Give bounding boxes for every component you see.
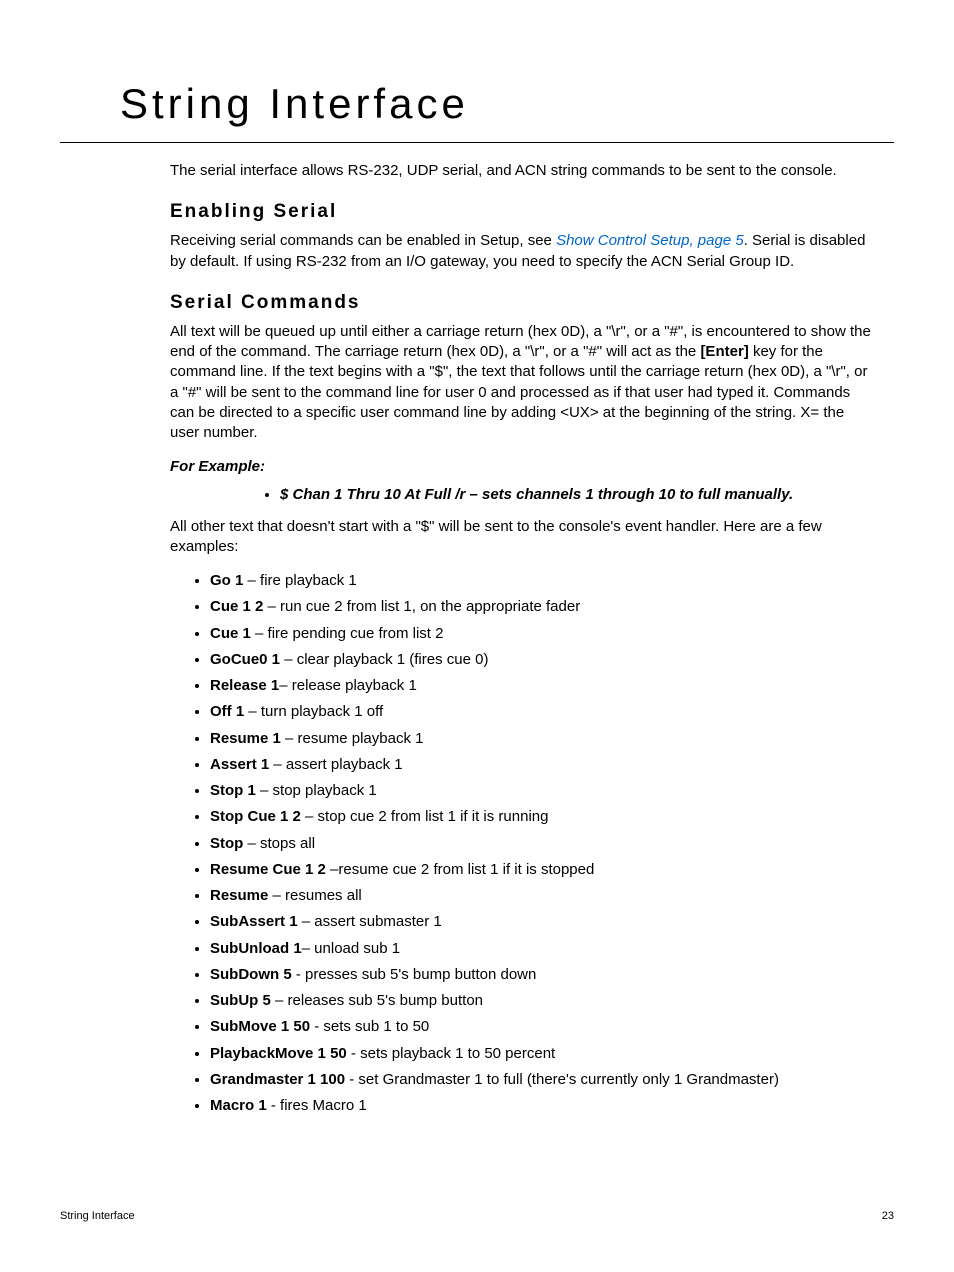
list-item: SubMove 1 50 - sets sub 1 to 50 [210,1017,874,1037]
section-heading-enabling: Enabling Serial [170,201,874,223]
command-name: SubMove 1 50 [210,1018,310,1035]
command-name: SubDown 5 [210,966,292,983]
example-list: $ Chan 1 Thru 10 At Full /r – sets chann… [260,486,874,503]
list-item: SubUp 5 – releases sub 5's bump button [210,991,874,1011]
example-item: $ Chan 1 Thru 10 At Full /r – sets chann… [280,486,874,503]
list-item: SubUnload 1– unload sub 1 [210,939,874,959]
command-desc: - sets sub 1 to 50 [310,1018,429,1035]
enter-key-label: [Enter] [700,343,748,360]
command-name: Release 1 [210,677,279,694]
command-desc: – stops all [243,835,315,852]
command-desc: – fire playback 1 [243,572,356,589]
command-desc: – resume playback 1 [281,730,424,747]
command-desc: - presses sub 5's bump button down [292,966,537,983]
command-desc: – turn playback 1 off [244,703,383,720]
command-desc: – release playback 1 [279,677,417,694]
command-desc: – releases sub 5's bump button [271,992,483,1009]
page-container: String Interface The serial interface al… [0,0,954,1272]
command-desc: - set Grandmaster 1 to full (there's cur… [345,1071,779,1088]
command-name: GoCue0 1 [210,651,280,668]
command-name: SubUp 5 [210,992,271,1009]
command-name: Grandmaster 1 100 [210,1071,345,1088]
list-item: Stop – stops all [210,834,874,854]
list-item: Go 1 – fire playback 1 [210,571,874,591]
command-name: Stop 1 [210,782,256,799]
command-name: Stop Cue 1 2 [210,808,301,825]
command-desc: – assert submaster 1 [298,913,442,930]
list-item: GoCue0 1 – clear playback 1 (fires cue 0… [210,650,874,670]
list-item: Resume 1 – resume playback 1 [210,729,874,749]
list-item: PlaybackMove 1 50 - sets playback 1 to 5… [210,1044,874,1064]
command-desc: – assert playback 1 [269,756,402,773]
list-item: Macro 1 - fires Macro 1 [210,1096,874,1116]
list-item: Stop Cue 1 2 – stop cue 2 from list 1 if… [210,807,874,827]
page-title: String Interface [120,80,894,134]
command-desc: –resume cue 2 from list 1 if it is stopp… [326,861,594,878]
page-footer: String Interface 23 [60,1210,894,1222]
command-name: SubAssert 1 [210,913,298,930]
footer-left: String Interface [60,1210,135,1222]
list-item: Grandmaster 1 100 - set Grandmaster 1 to… [210,1070,874,1090]
command-desc: – clear playback 1 (fires cue 0) [280,651,488,668]
command-name: PlaybackMove 1 50 [210,1045,347,1062]
command-name: Cue 1 [210,625,251,642]
command-desc: – stop cue 2 from list 1 if it is runnin… [301,808,549,825]
commands-paragraph-1: All text will be queued up until either … [170,322,874,444]
for-example-label: For Example: [170,457,874,477]
list-item: SubAssert 1 – assert submaster 1 [210,912,874,932]
command-name: Go 1 [210,572,243,589]
command-name: Assert 1 [210,756,269,773]
command-desc: – resumes all [268,887,361,904]
command-name: Resume 1 [210,730,281,747]
list-item: Stop 1 – stop playback 1 [210,781,874,801]
command-desc: - sets playback 1 to 50 percent [347,1045,555,1062]
command-name: Stop [210,835,243,852]
show-control-link[interactable]: Show Control Setup, page 5 [556,232,744,249]
command-list: Go 1 – fire playback 1 Cue 1 2 – run cue … [170,571,874,1116]
command-name: Resume [210,887,268,904]
list-item: Resume – resumes all [210,886,874,906]
enabling-paragraph: Receiving serial commands can be enabled… [170,231,874,272]
command-name: SubUnload 1 [210,940,302,957]
command-desc: – stop playback 1 [256,782,377,799]
command-desc: – unload sub 1 [302,940,400,957]
title-rule [60,142,894,143]
command-desc: - fires Macro 1 [267,1097,367,1114]
list-item: SubDown 5 - presses sub 5's bump button … [210,965,874,985]
command-name: Macro 1 [210,1097,267,1114]
command-desc: – run cue 2 from list 1, on the appropri… [263,598,580,615]
list-item: Cue 1 – fire pending cue from list 2 [210,624,874,644]
list-item: Assert 1 – assert playback 1 [210,755,874,775]
command-desc: – fire pending cue from list 2 [251,625,444,642]
command-name: Resume Cue 1 2 [210,861,326,878]
list-item: Cue 1 2 – run cue 2 from list 1, on the … [210,597,874,617]
command-name: Cue 1 2 [210,598,263,615]
list-item: Release 1– release playback 1 [210,676,874,696]
commands-paragraph-2: All other text that doesn't start with a… [170,517,874,558]
content-area: The serial interface allows RS-232, UDP … [170,161,874,1116]
list-item: Resume Cue 1 2 –resume cue 2 from list 1… [210,860,874,880]
command-name: Off 1 [210,703,244,720]
section-heading-commands: Serial Commands [170,292,874,314]
list-item: Off 1 – turn playback 1 off [210,702,874,722]
enabling-text-before: Receiving serial commands can be enabled… [170,232,556,249]
footer-right: 23 [882,1210,894,1222]
intro-paragraph: The serial interface allows RS-232, UDP … [170,161,874,181]
